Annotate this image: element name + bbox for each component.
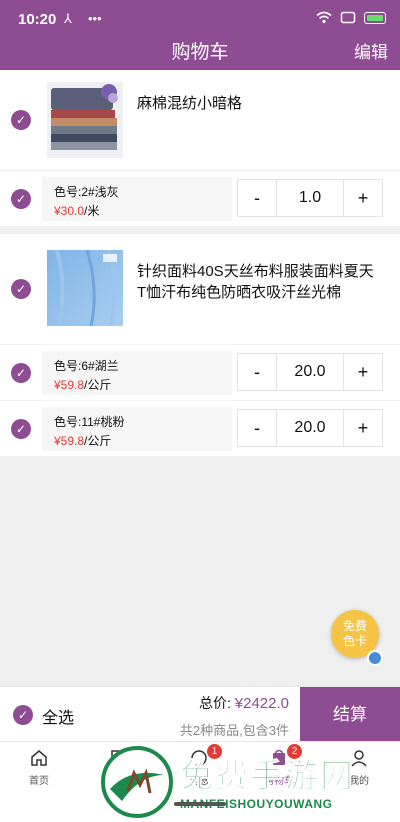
product-name[interactable]: 麻棉混纺小暗格 — [137, 93, 377, 114]
quantity-input[interactable]: 20.0 — [276, 354, 344, 390]
increase-button[interactable]: + — [344, 410, 382, 446]
status-time: 10:20 — [18, 11, 57, 28]
status-bar: 10:20 ⅄ ••• — [0, 0, 400, 38]
watermark: 免费手游网 MANFEISHOUYOUWANG — [100, 745, 400, 822]
cart-product: ✓ 麻棉混纺小暗格 — [0, 70, 400, 170]
variant-checkbox[interactable]: ✓ — [11, 189, 31, 209]
tab-home[interactable]: 首页 — [4, 748, 74, 787]
home-icon — [31, 750, 47, 766]
free-sample-button[interactable]: 免费 色卡 — [331, 610, 383, 666]
home-indicator — [174, 802, 226, 806]
battery-icon — [364, 11, 386, 24]
quantity-stepper: - 1.0 + — [237, 179, 383, 217]
tap-hand-icon — [367, 650, 383, 666]
variant-info: 色号:11#桃粉 ¥59.8/公斤 — [42, 407, 232, 451]
free-sample-line2: 色卡 — [342, 634, 367, 648]
quantity-input[interactable]: 20.0 — [276, 410, 344, 446]
variant-checkbox[interactable]: ✓ — [11, 363, 31, 383]
decrease-button[interactable]: - — [238, 180, 276, 216]
quantity-stepper: - 20.0 + — [237, 353, 383, 391]
variant-color: 色号:6#湖兰 — [54, 359, 119, 373]
variant-price: ¥59.8/公斤 — [54, 376, 111, 393]
tab-label: 首页 — [29, 776, 49, 787]
cart-summary: 共2种商品,包含3件 — [179, 723, 289, 738]
status-icons — [316, 11, 386, 24]
price-unit: /公斤 — [84, 434, 112, 448]
checkout-bar: ✓ 全选 总价: ¥2422.0 共2种商品,包含3件 结算 — [0, 686, 400, 742]
top-bar: 10:20 ⅄ ••• 购物车 编辑 — [0, 0, 400, 70]
more-dots-icon: ••• — [88, 11, 102, 26]
total-amount: ¥2422.0 — [234, 695, 289, 712]
variant-checkbox[interactable]: ✓ — [11, 419, 31, 439]
total-label: 总价: — [198, 695, 235, 711]
cart-product: ✓ 针织面料40S天丝布料服装面料夏天T恤汗布纯色防晒衣吸汗丝光棉 — [0, 234, 400, 344]
increase-button[interactable]: + — [344, 180, 382, 216]
variant-color: 色号:11#桃粉 — [54, 415, 125, 429]
product-name[interactable]: 针织面料40S天丝布料服装面料夏天T恤汗布纯色防晒衣吸汗丝光棉 — [137, 261, 377, 303]
price-value: ¥59.8 — [54, 434, 85, 448]
variant-info: 色号:6#湖兰 ¥59.8/公斤 — [42, 351, 232, 395]
product-checkbox[interactable]: ✓ — [11, 110, 31, 130]
cart-variant-row: ✓ 色号:6#湖兰 ¥59.8/公斤 - 20.0 + — [0, 344, 400, 400]
select-all-checkbox[interactable]: ✓ — [13, 705, 33, 725]
variant-info: 色号:2#浅灰 ¥30.0/米 — [42, 177, 232, 221]
product-image[interactable] — [47, 250, 123, 326]
watermark-logo — [101, 746, 173, 818]
screen-icon — [340, 11, 356, 24]
decrease-button[interactable]: - — [238, 354, 276, 390]
quantity-stepper: - 20.0 + — [237, 409, 383, 447]
checkout-button[interactable]: 结算 — [300, 687, 400, 742]
watermark-text: 免费手游网 — [180, 757, 355, 795]
variant-price: ¥59.8/公斤 — [54, 432, 111, 449]
variant-color: 色号:2#浅灰 — [54, 185, 119, 199]
quantity-input[interactable]: 1.0 — [276, 180, 344, 216]
price-value: ¥30.0 — [54, 204, 85, 218]
decrease-button[interactable]: - — [238, 410, 276, 446]
cart-variant-row: ✓ 色号:2#浅灰 ¥30.0/米 - 1.0 + — [0, 170, 400, 226]
product-checkbox[interactable]: ✓ — [11, 279, 31, 299]
select-all-label[interactable]: 全选 — [42, 704, 74, 728]
price-value: ¥59.8 — [54, 378, 85, 392]
cart-variant-row: ✓ 色号:11#桃粉 ¥59.8/公斤 - 20.0 + — [0, 400, 400, 456]
edit-button[interactable]: 编辑 — [354, 38, 388, 63]
wifi-icon — [316, 11, 332, 24]
page-title: 购物车 — [171, 42, 229, 63]
usb-icon: ⅄ — [64, 11, 72, 26]
total-price: 总价: ¥2422.0 — [199, 693, 289, 713]
cart-list: ✓ 麻棉混纺小暗格 ✓ 色号:2#浅灰 ¥30.0/米 - 1.0 + ✓ 针织… — [0, 70, 400, 456]
price-unit: /公斤 — [84, 378, 112, 392]
price-unit: /米 — [84, 204, 100, 218]
increase-button[interactable]: + — [344, 354, 382, 390]
free-sample-line1: 免费 — [342, 619, 367, 633]
product-image[interactable] — [47, 82, 123, 158]
variant-price: ¥30.0/米 — [54, 202, 99, 219]
